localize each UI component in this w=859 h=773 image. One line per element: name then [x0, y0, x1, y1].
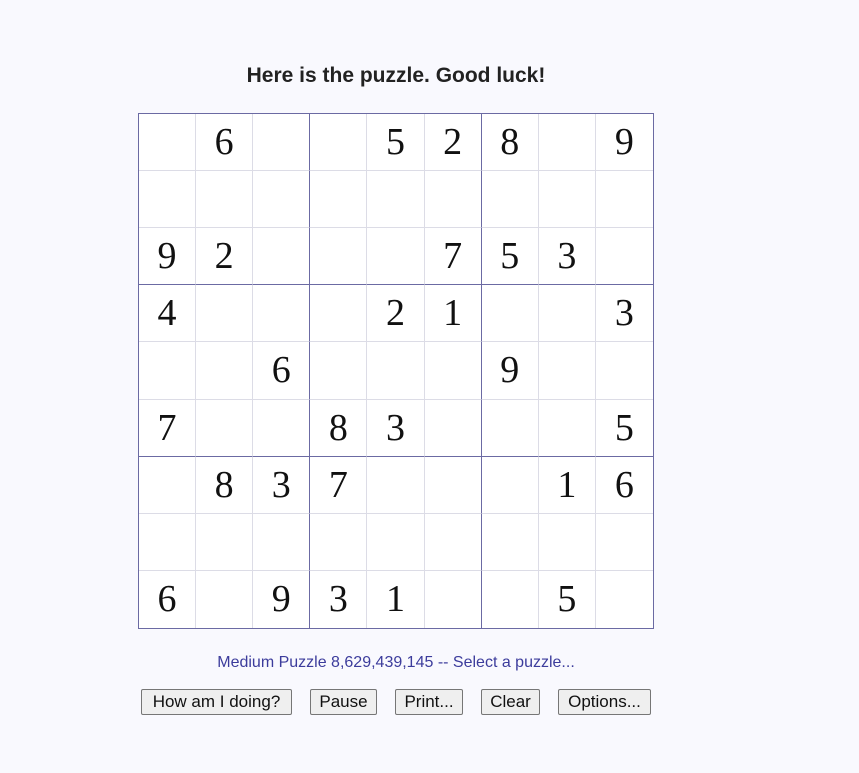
sudoku-cell[interactable]: 9 [481, 342, 539, 400]
sudoku-cell[interactable]: 5 [595, 400, 653, 457]
sudoku-cell[interactable] [538, 342, 596, 400]
sudoku-cell[interactable] [538, 114, 596, 172]
sudoku-cell[interactable] [481, 456, 539, 514]
sudoku-cell[interactable]: 3 [367, 399, 425, 457]
sudoku-cell[interactable] [139, 513, 197, 571]
sudoku-cell[interactable] [367, 456, 425, 514]
pause-button[interactable]: Pause [310, 689, 377, 715]
sudoku-cell[interactable] [253, 399, 311, 457]
sudoku-cell[interactable] [367, 513, 425, 571]
sudoku-cell[interactable] [310, 342, 368, 400]
sudoku-cell[interactable] [196, 513, 254, 571]
sudoku-cell[interactable] [481, 171, 539, 229]
sudoku-cell[interactable]: 8 [310, 399, 368, 457]
how-am-i-doing-button[interactable]: How am I doing? [141, 689, 292, 715]
sudoku-cell[interactable]: 5 [481, 228, 539, 286]
sudoku-cell[interactable]: 2 [424, 114, 482, 172]
sudoku-cell[interactable] [310, 171, 368, 229]
sudoku-cell[interactable]: 8 [196, 456, 254, 514]
sudoku-cell[interactable] [310, 114, 368, 172]
sudoku-cell[interactable] [310, 285, 368, 343]
sudoku-cell[interactable] [538, 513, 596, 571]
sudoku-grid: 652899275342136978358371669315 [138, 113, 654, 629]
sudoku-cell[interactable]: 7 [139, 399, 197, 457]
sudoku-cell[interactable] [481, 399, 539, 457]
sudoku-cell[interactable] [481, 285, 539, 343]
sudoku-cell[interactable]: 7 [310, 456, 368, 514]
sudoku-cell[interactable]: 9 [253, 570, 311, 628]
sudoku-cell[interactable]: 7 [424, 228, 482, 286]
sudoku-cell[interactable]: 3 [595, 285, 653, 343]
sudoku-cell[interactable] [538, 399, 596, 457]
sudoku-cell[interactable]: 8 [481, 114, 539, 172]
sudoku-cell[interactable] [253, 228, 311, 286]
puzzle-label: Medium Puzzle 8,629,439,145 [217, 654, 434, 671]
sudoku-cell[interactable]: 6 [139, 570, 197, 628]
sudoku-cell[interactable]: 4 [139, 285, 197, 343]
select-puzzle-link[interactable]: Select a puzzle... [453, 654, 575, 671]
sudoku-cell[interactable] [595, 171, 653, 229]
sudoku-cell[interactable] [367, 228, 425, 286]
clear-button[interactable]: Clear [481, 689, 540, 715]
sudoku-cell[interactable] [253, 285, 311, 343]
sudoku-cell[interactable] [424, 456, 482, 514]
sudoku-cell[interactable]: 5 [539, 570, 596, 628]
options-button[interactable]: Options... [558, 689, 651, 715]
sudoku-cell[interactable]: 9 [139, 228, 197, 286]
sudoku-cell[interactable]: 1 [424, 285, 482, 343]
sudoku-cell[interactable] [424, 171, 482, 229]
sudoku-cell[interactable] [424, 399, 482, 457]
sudoku-cell[interactable] [310, 513, 368, 571]
sudoku-cell[interactable] [139, 342, 197, 400]
sudoku-cell[interactable] [196, 342, 254, 400]
sudoku-cell[interactable] [367, 342, 425, 400]
sudoku-cell[interactable] [310, 228, 368, 286]
sudoku-cell[interactable]: 3 [310, 570, 368, 628]
status-separator: -- [433, 654, 453, 671]
sudoku-cell[interactable]: 2 [196, 228, 254, 286]
sudoku-cell[interactable] [595, 228, 653, 286]
sudoku-cell[interactable] [196, 399, 254, 457]
sudoku-cell[interactable] [482, 570, 539, 628]
sudoku-cell[interactable] [595, 514, 653, 571]
sudoku-cell[interactable]: 6 [253, 342, 311, 400]
sudoku-cell[interactable] [139, 114, 197, 172]
sudoku-cell[interactable]: 2 [367, 285, 425, 343]
sudoku-cell[interactable] [425, 570, 482, 628]
sudoku-cell[interactable] [538, 171, 596, 229]
sudoku-cell[interactable] [139, 171, 197, 229]
sudoku-cell[interactable]: 6 [595, 457, 653, 514]
print-button[interactable]: Print... [395, 689, 463, 715]
sudoku-cell[interactable]: 5 [367, 114, 425, 172]
sudoku-cell[interactable] [367, 171, 425, 229]
sudoku-cell[interactable] [538, 285, 596, 343]
sudoku-cell[interactable] [596, 571, 653, 628]
sudoku-cell[interactable] [253, 171, 311, 229]
sudoku-cell[interactable]: 1 [367, 570, 425, 628]
puzzle-status: Medium Puzzle 8,629,439,145 -- Select a … [0, 653, 792, 673]
sudoku-cell[interactable]: 1 [538, 456, 596, 514]
sudoku-cell[interactable] [481, 513, 539, 571]
sudoku-cell[interactable]: 9 [595, 114, 653, 172]
sudoku-cell[interactable]: 3 [538, 228, 596, 286]
sudoku-cell[interactable] [253, 513, 311, 571]
sudoku-cell[interactable] [253, 114, 311, 172]
sudoku-cell[interactable] [424, 342, 482, 400]
sudoku-cell[interactable] [196, 570, 254, 628]
sudoku-cell[interactable] [595, 342, 653, 400]
sudoku-cell[interactable] [139, 456, 197, 514]
sudoku-cell[interactable] [196, 285, 254, 343]
page-title: Here is the puzzle. Good luck! [246, 64, 546, 87]
sudoku-cell[interactable] [424, 513, 482, 571]
sudoku-cell[interactable] [196, 171, 254, 229]
sudoku-cell[interactable]: 6 [196, 114, 254, 172]
sudoku-cell[interactable]: 3 [253, 456, 311, 514]
